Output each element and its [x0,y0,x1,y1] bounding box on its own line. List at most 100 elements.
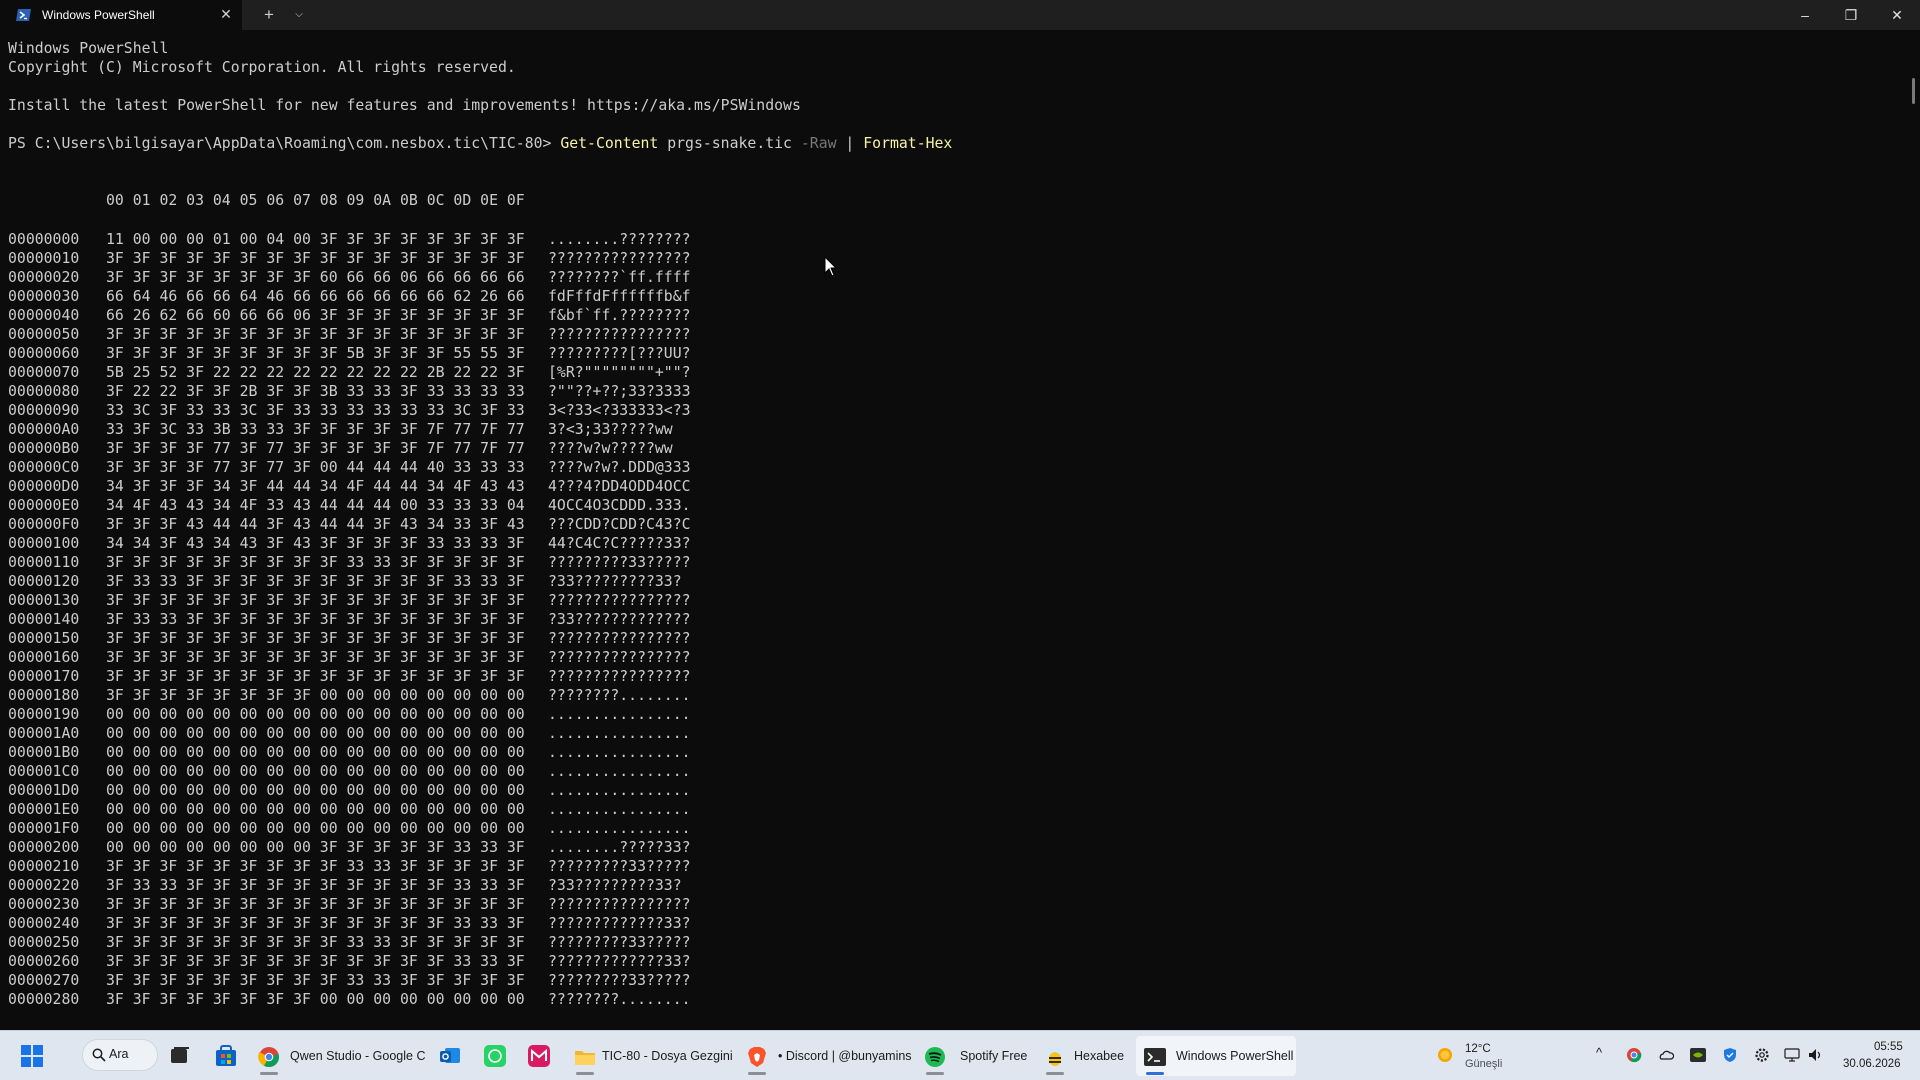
hex-offset: 000000E0 [8,497,80,514]
gmail-icon[interactable] [528,1045,550,1067]
hex-offset: 00000080 [8,383,80,400]
hex-ascii: ?""??+??;33?3333 [548,383,691,400]
taskbar-search[interactable]: Ara [82,1039,158,1071]
hex-bytes: 3F 3F 3F 43 44 44 3F 43 44 44 3F 43 34 3… [106,516,525,533]
hex-offset: 00000100 [8,535,80,552]
hex-offset: 00000060 [8,345,80,362]
hex-ascii: ................ [548,763,691,780]
hex-offset: 000000F0 [8,516,80,533]
prompt-line: PS C:\Users\bilgisayar\AppData\Roaming\c… [8,134,952,153]
hex-offset: 00000270 [8,972,80,989]
hex-bytes: 00 00 00 00 00 00 00 00 00 00 00 00 00 0… [106,820,525,837]
prompt-path: PS C:\Users\bilgisayar\AppData\Roaming\c… [8,135,561,152]
hex-bytes: 34 3F 3F 3F 34 3F 44 44 34 4F 44 44 34 4… [106,478,525,495]
hex-ascii: 3<?33<?333333<?3 [548,402,691,419]
clock-time[interactable]: 05:55 [1874,1041,1903,1053]
scrollbar-thumb[interactable] [1912,78,1915,104]
terminal-output[interactable]: Windows PowerShell Copyright (C) Microso… [0,30,1915,1030]
hex-offset: 00000240 [8,915,80,932]
tab-close-icon[interactable]: ✕ [218,6,234,22]
hex-bytes: 00 00 00 00 00 00 00 00 00 00 00 00 00 0… [106,744,525,761]
hex-ascii: ???????????????? [548,896,691,913]
clock-date[interactable]: 30.06.2026 [1843,1058,1901,1070]
hex-ascii: 4???4?DD4ODD4OCC [548,478,691,495]
hex-ascii: ................ [548,706,691,723]
tray-overflow-chevron-icon[interactable]: ^ [1596,1045,1602,1060]
hex-offset: 00000040 [8,307,80,324]
hex-offset: 00000110 [8,554,80,571]
new-tab-button[interactable]: + [259,5,279,25]
hex-offset: 000001E0 [8,801,80,818]
hex-offset: 00000160 [8,649,80,666]
microsoft-store-icon[interactable] [215,1045,237,1067]
maximize-button[interactable]: ❐ [1828,0,1874,30]
tab-windows-powershell[interactable]: Windows PowerShell ✕ [0,0,242,30]
hex-ascii: ???????????????? [548,592,691,609]
hex-ascii: ........?????33? [548,839,691,856]
hex-offset: 00000180 [8,687,80,704]
hex-offset: 00000020 [8,269,80,286]
hex-ascii: ................ [548,820,691,837]
banner-line: Windows PowerShell [8,40,169,57]
settings-gear-icon[interactable] [1754,1047,1770,1063]
taskbar-label: Hexabee [1074,1049,1125,1063]
close-button[interactable]: ✕ [1874,0,1920,30]
hex-offset: 00000150 [8,630,80,647]
outlook-icon[interactable] [439,1045,461,1067]
hex-column-header: 00 01 02 03 04 05 06 07 08 09 0A 0B 0C 0… [106,192,525,209]
banner-copyright: Copyright (C) Microsoft Corporation. All… [8,59,516,76]
hex-ascii: ?????????33????? [548,554,691,571]
hex-ascii: 44?C4C?C?????33? [548,535,691,552]
running-indicator [576,1072,594,1075]
hex-bytes: 3F 3F 3F 3F 3F 3F 3F 3F 3F 3F 3F 3F 3F 3… [106,896,525,913]
onedrive-icon[interactable] [1658,1047,1674,1063]
hex-ascii: ????w?w?.DDD@333 [548,459,691,476]
hex-bytes: 3F 3F 3F 3F 3F 3F 3F 3F 3F 33 33 3F 3F 3… [106,554,525,571]
weather-description[interactable]: Güneşli [1465,1058,1502,1070]
hex-ascii: ???????????????? [548,326,691,343]
active-indicator [1146,1072,1164,1075]
hex-bytes: 00 00 00 00 00 00 00 00 00 00 00 00 00 0… [106,706,525,723]
running-indicator [260,1072,278,1075]
taskbar-item-chrome[interactable]: Qwen Studio - Google C [254,1036,426,1076]
hex-offset: 00000170 [8,668,80,685]
taskbar: Ara Qwen Studio - Google C TIC-80 - Dosy… [0,1030,1920,1080]
running-indicator [748,1072,766,1075]
hex-offset: 00000090 [8,402,80,419]
weather-temperature[interactable]: 12°C [1465,1043,1491,1055]
hex-ascii: ???????????????? [548,630,691,647]
hex-bytes: 3F 3F 3F 3F 77 3F 77 3F 00 44 44 44 40 3… [106,459,525,476]
hex-offset: 00000190 [8,706,80,723]
volume-icon[interactable] [1808,1047,1824,1063]
security-shield-icon[interactable] [1722,1047,1738,1063]
weather-sun-icon[interactable] [1434,1044,1456,1066]
taskbar-item-spotify[interactable]: Spotify Free [918,1036,1030,1076]
minimize-button[interactable]: – [1782,0,1828,30]
nvidia-icon[interactable] [1690,1047,1706,1063]
hex-bytes: 3F 3F 3F 3F 3F 3F 3F 3F 3F 3F 3F 3F 3F 3… [106,953,525,970]
tab-dropdown-button[interactable]: ⌵ [289,5,309,25]
windows-start-icon[interactable] [21,1045,43,1067]
hex-ascii: ?33?????????33? [548,573,682,590]
hex-ascii: ?????????????33? [548,915,691,932]
taskbar-item-file-explorer[interactable]: TIC-80 - Dosya Gezgini [568,1036,734,1076]
taskbar-item-hexabee[interactable]: Hexabee [1038,1036,1130,1076]
whatsapp-icon[interactable] [484,1045,506,1067]
hex-ascii: fdFffdFffffffb&f [548,288,691,305]
hex-bytes: 3F 33 33 3F 3F 3F 3F 3F 3F 3F 3F 3F 3F 3… [106,611,525,628]
hex-offset: 00000220 [8,877,80,894]
hex-bytes: 33 3F 3C 33 3B 33 33 3F 3F 3F 3F 3F 7F 7… [106,421,525,438]
task-view-icon[interactable] [169,1045,191,1067]
running-indicator [926,1072,944,1075]
hex-offset: 00000140 [8,611,80,628]
hex-bytes: 3F 3F 3F 3F 3F 3F 3F 3F 3F 3F 3F 3F 3F 3… [106,592,525,609]
running-indicator [1046,1072,1064,1075]
network-icon[interactable] [1784,1047,1800,1063]
hex-offset: 00000200 [8,839,80,856]
chrome-tray-icon[interactable] [1626,1047,1642,1063]
hex-ascii: ................ [548,744,691,761]
hex-bytes: 3F 3F 3F 3F 3F 3F 3F 3F 3F 5B 3F 3F 3F 5… [106,345,525,362]
hex-ascii: [%R?""""""""+""? [548,364,691,381]
taskbar-item-windows-powershell[interactable]: Windows PowerShell [1136,1036,1296,1076]
taskbar-item-brave[interactable]: • Discord | @bunyamins [740,1036,912,1076]
